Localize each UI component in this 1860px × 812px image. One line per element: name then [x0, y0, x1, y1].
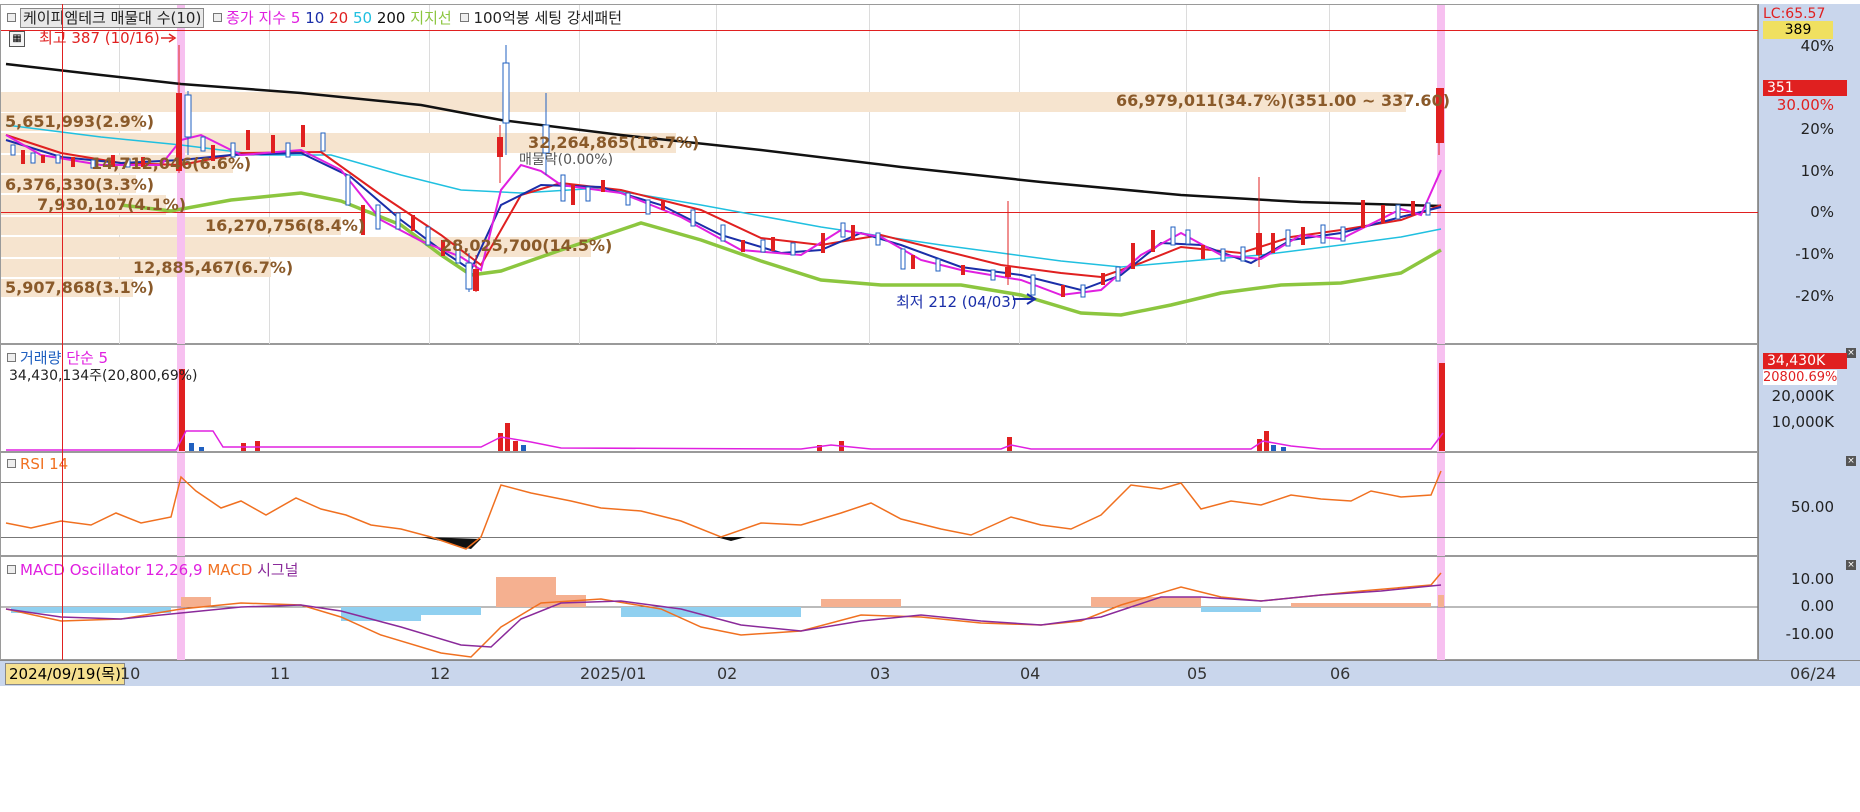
- stock-name[interactable]: 케이피엠테크 매물대 수(10): [20, 8, 205, 28]
- time-label-end: 06/24: [1790, 664, 1837, 683]
- axis-tick: 10,000K: [1771, 413, 1834, 431]
- macd-axis: × 10.00 0.00 -10.00: [1758, 556, 1860, 660]
- price-axis: LC:65.57 389 351 40% 30.00% 20% 10% 0% -…: [1758, 4, 1860, 344]
- volume-profile-label: 5,651,993(2.9%): [5, 112, 155, 131]
- rsi-chart: [5, 470, 1442, 550]
- price-tag: 351: [1763, 80, 1847, 96]
- time-label: 11: [270, 664, 291, 683]
- rsi-pane[interactable]: RSI 14: [0, 452, 1759, 557]
- legend-ma50: 50: [352, 9, 373, 27]
- volume-pane[interactable]: 거래량 단순 5 34,430,134주(20,800,69%): [0, 344, 1758, 453]
- macd-osc-title: MACD Oscillator 12,26,9: [20, 561, 203, 579]
- lc-label: LC:65.57: [1763, 6, 1826, 22]
- volume-profile-label: 12,885,467(6.7%): [133, 258, 294, 277]
- volume-profile-label: 5,907,868(3.1%): [5, 278, 155, 297]
- volume-profile-label: 7,930,107(4.1%): [37, 195, 187, 214]
- axis-tick: -20%: [1795, 287, 1834, 305]
- axis-tick: 0.00: [1800, 597, 1834, 615]
- calendar-icon[interactable]: ▦: [9, 31, 25, 47]
- volume-info: 34,430,134주(20,800,69%): [9, 368, 198, 384]
- time-label: 05: [1187, 664, 1208, 683]
- signal-title: 시그널: [257, 561, 299, 579]
- volume-chart: [6, 363, 1445, 451]
- volume-profile-label: 14,712,046(6.6%): [91, 154, 252, 173]
- axis-tick: -10%: [1795, 245, 1834, 263]
- legend-ma200: 200: [376, 9, 406, 27]
- crosshair-line[interactable]: [62, 4, 63, 660]
- close-icon[interactable]: ×: [1846, 456, 1856, 466]
- legend-toggle-icon[interactable]: [7, 565, 16, 574]
- axis-tick: 20%: [1800, 120, 1834, 138]
- legend-toggle-icon[interactable]: [7, 459, 16, 468]
- axis-tick: 30.00%: [1776, 96, 1834, 114]
- volume-sub-tag: 20800.69%: [1763, 370, 1838, 385]
- macd-title: MACD: [207, 561, 253, 579]
- price-chart: [5, 33, 1444, 317]
- axis-tick: 40%: [1800, 37, 1834, 55]
- axis-tick: 10.00: [1791, 570, 1834, 588]
- legend-toggle-icon[interactable]: [213, 13, 223, 22]
- low-marker: 최저 212 (04/03): [896, 293, 1017, 311]
- time-label: 12: [430, 664, 451, 683]
- chart-legend: 케이피엠테크 매물대 수(10) 종가 지수 5 10 20 50 200 지지…: [3, 7, 622, 28]
- cursor-date: 2024/09/19(목): [5, 663, 125, 685]
- rsi-legend: RSI 14: [3, 455, 68, 473]
- legend-ma5: 5: [290, 9, 301, 27]
- legend-ema: 지수: [258, 9, 287, 27]
- rsi-title: RSI 14: [20, 455, 69, 473]
- legend-ma20: 20: [329, 9, 349, 27]
- time-label: 04: [1020, 664, 1041, 683]
- trade-annotation: 매물락(0.00%): [519, 152, 614, 168]
- axis-tick: 10%: [1800, 162, 1834, 180]
- legend-toggle-icon[interactable]: [7, 13, 16, 22]
- time-label: 03: [870, 664, 891, 683]
- axis-tick: 0%: [1810, 203, 1834, 221]
- axis-tick: -10.00: [1785, 625, 1834, 643]
- volume-tag: 34,430K: [1763, 353, 1847, 369]
- macd-legend: MACD Oscillator 12,26,9 MACD 시그널: [3, 559, 298, 580]
- volume-axis: × 34,430K 20800.69% 20,000K 10,000K: [1758, 344, 1860, 452]
- macd-pane[interactable]: MACD Oscillator 12,26,9 MACD 시그널: [0, 556, 1759, 661]
- empty-area: [0, 686, 1860, 812]
- time-axis: 2024/09/19(목) 10 11 12 2025/01 02 03 04 …: [0, 660, 1860, 686]
- rsi-axis: × 50.00: [1758, 452, 1860, 556]
- legend-pattern: 100억봉 세팅 강세패턴: [473, 9, 623, 27]
- time-label: 06: [1330, 664, 1351, 683]
- high-marker: 최고 387 (10/16): [39, 29, 160, 47]
- price-pane[interactable]: 케이피엠테크 매물대 수(10) 종가 지수 5 10 20 50 200 지지…: [0, 4, 1759, 345]
- legend-ma10: 10: [305, 9, 325, 27]
- legend-toggle-icon[interactable]: [7, 353, 16, 362]
- time-label: 10: [120, 664, 141, 683]
- legend-toggle-icon[interactable]: [460, 13, 470, 22]
- volume-profile-label: 6,376,330(3.3%): [5, 175, 155, 194]
- close-icon[interactable]: ×: [1846, 560, 1856, 570]
- volume-profile-top: 66,979,011(34.7%)(351.00 ~ 337.60): [1116, 91, 1451, 110]
- legend-close: 종가: [226, 9, 254, 27]
- legend-support: 지지선: [410, 9, 452, 27]
- axis-tick: 50.00: [1791, 498, 1834, 516]
- time-label: 02: [717, 664, 738, 683]
- volume-profile-label: 16,270,756(8.4%): [205, 216, 366, 235]
- close-icon[interactable]: ×: [1846, 348, 1856, 358]
- volume-profile-label: 28,025,700(14.5%): [441, 236, 613, 255]
- axis-tick: 20,000K: [1771, 387, 1834, 405]
- time-label: 2025/01: [580, 664, 647, 683]
